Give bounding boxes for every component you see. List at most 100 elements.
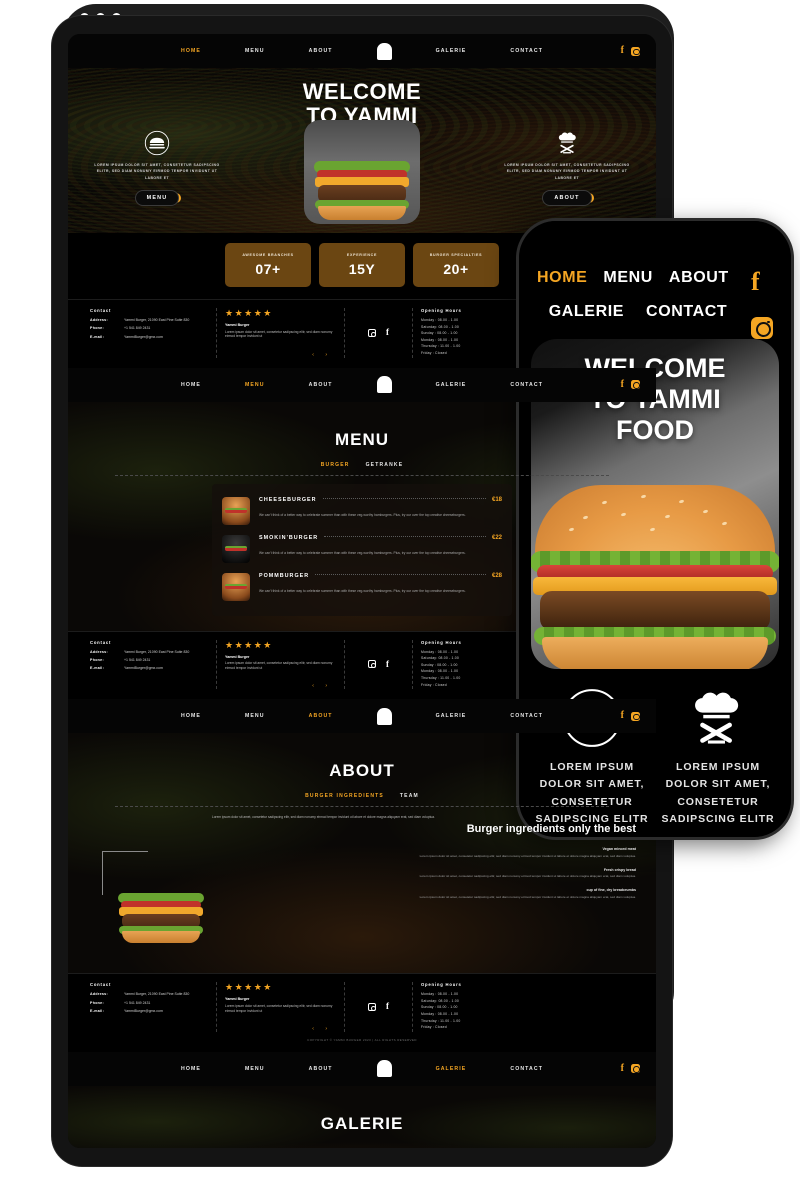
ingredient-block: Fresh crispy bread Lorem ipsum dolor sit… — [365, 868, 636, 880]
phone-nav-item-about[interactable]: ABOUT — [669, 269, 729, 287]
phone-burger-image — [531, 485, 779, 669]
phone-nav-row-1[interactable]: HOME MENU ABOUT — [537, 269, 773, 287]
phone-nav-item-home[interactable]: HOME — [537, 269, 587, 287]
nav-item-contact[interactable]: CONTACT — [510, 1066, 543, 1072]
instagram-icon[interactable] — [368, 660, 376, 669]
hours-line: Monday : 08.00 - 1.00 — [421, 337, 459, 342]
phone-nav-item-menu[interactable]: MENU — [603, 269, 653, 287]
nav-item-contact[interactable]: CONTACT — [510, 713, 543, 719]
tab-burger[interactable]: BURGER — [321, 462, 350, 468]
about-page-title: ABOUT — [329, 761, 395, 781]
about-tabs[interactable]: BURGER INGREDIENTS TEAM — [68, 793, 656, 803]
about-burger-image — [118, 865, 204, 943]
instagram-icon[interactable] — [751, 317, 773, 339]
nav-item-menu[interactable]: MENU — [245, 713, 265, 719]
about-heading: Burger ingredients only the best — [466, 822, 636, 835]
menu-item-thumbnail — [222, 572, 250, 601]
instagram-icon[interactable] — [631, 380, 640, 390]
galerie-section: GALERIE — [68, 1085, 656, 1148]
ingredient-block: Vegan minced meat Lorem ipsum dolor sit … — [365, 847, 636, 859]
review-author: Yammi Burger — [225, 997, 250, 1002]
stat-card-specialties: BURGER SPECIALTIES 20+ — [413, 243, 499, 287]
footer-contact: Contact Address: Yammi Burger, 21090 Eas… — [90, 640, 208, 690]
nav-item-menu[interactable]: MENU — [245, 48, 265, 54]
menu-item[interactable]: SMOKIN'BURGER €22 We can't think of a be… — [222, 530, 502, 568]
burger-logo-icon[interactable] — [376, 42, 392, 60]
facebook-icon[interactable]: f — [621, 711, 624, 721]
about-button[interactable]: ABOUT — [542, 189, 594, 206]
facebook-icon[interactable]: f — [751, 269, 773, 295]
instagram-icon[interactable] — [631, 711, 640, 721]
chef-hat-cutlery-icon — [554, 130, 580, 156]
nav-item-about[interactable]: ABOUT — [309, 48, 333, 54]
menu-item-name: CHEESEBURGER — [259, 496, 317, 503]
footer-copyright: COPYRIGHT © YAMMI BURGER 2023 | ALL RIGH… — [307, 1037, 417, 1042]
menu-tabs[interactable]: BURGER GETRANKE — [68, 462, 656, 472]
instagram-icon[interactable] — [631, 1064, 640, 1074]
instagram-icon[interactable] — [368, 328, 376, 337]
facebook-icon[interactable]: f — [621, 379, 624, 390]
nav-item-home[interactable]: HOME — [181, 382, 201, 388]
nav-item-home[interactable]: HOME — [181, 48, 201, 54]
phone-nav-item-galerie[interactable]: GALERIE — [549, 303, 624, 321]
nav-item-menu[interactable]: MENU — [245, 1066, 265, 1072]
instagram-icon[interactable] — [368, 1002, 376, 1011]
nav-item-menu[interactable]: MENU — [245, 382, 265, 388]
nav-item-about[interactable]: ABOUT — [309, 382, 333, 388]
nav-item-contact[interactable]: CONTACT — [510, 382, 543, 388]
hours-line: Monday : 08.00 - 1.00 — [421, 1011, 459, 1016]
review-carousel-arrows[interactable]: ‹ › — [312, 1026, 332, 1032]
hours-line: Friday : Closed — [421, 350, 447, 355]
review-carousel-arrows[interactable]: ‹ › — [312, 683, 332, 689]
facebook-icon[interactable]: f — [386, 1002, 389, 1011]
footer-socials: f — [344, 639, 404, 690]
footer-value: +1 541 849 2431 — [124, 657, 151, 662]
hero-feature-left: LOREM IPSUM DOLOR SIT AMET, CONSETETUR S… — [92, 130, 222, 206]
tab-burger-ingredients[interactable]: BURGER INGREDIENTS — [305, 793, 384, 799]
facebook-icon[interactable]: f — [621, 46, 624, 56]
nav-item-about[interactable]: ABOUT — [309, 713, 333, 719]
footer-value: YammiBurger@gmx.com — [124, 334, 163, 339]
nav-item-about[interactable]: ABOUT — [309, 1066, 333, 1072]
phone-nav-row-2[interactable]: GALERIE CONTACT — [537, 303, 773, 321]
phone-socials: f — [751, 269, 773, 339]
instagram-icon[interactable] — [631, 46, 640, 56]
hours-line: Thursday : 11.00 - 1.00 — [421, 675, 461, 680]
menu-item-name: POMMBURGER — [259, 572, 310, 579]
nav-item-galerie[interactable]: GALERIE — [436, 1066, 467, 1072]
burger-logo-icon[interactable] — [376, 1060, 392, 1078]
navbar-about[interactable]: HOME MENU ABOUT GALERIE CONTACT f — [68, 699, 656, 734]
menu-item-dots — [324, 535, 486, 537]
navbar-home[interactable]: HOME MENU ABOUT GALERIE CONTACT f — [68, 34, 656, 68]
menu-button[interactable]: MENU — [134, 189, 181, 206]
phone-nav-item-contact[interactable]: CONTACT — [646, 303, 727, 321]
nav-item-galerie[interactable]: GALERIE — [436, 48, 467, 54]
nav-item-home[interactable]: HOME — [181, 713, 201, 719]
tab-team[interactable]: TEAM — [400, 793, 419, 799]
nav-item-contact[interactable]: CONTACT — [510, 48, 543, 54]
phone-navbar[interactable]: HOME MENU ABOUT GALERIE CONTACT f — [519, 221, 791, 339]
rating-stars: ★★★★★ — [225, 639, 273, 650]
menu-item[interactable]: POMMBURGER €28 We can't think of a bette… — [222, 568, 502, 606]
burger-logo-icon[interactable] — [376, 376, 392, 394]
review-text: Lorem ipsum dolor sit amet, consetetur s… — [225, 1003, 333, 1013]
nav-item-home[interactable]: HOME — [181, 1066, 201, 1072]
review-carousel-arrows[interactable]: ‹ › — [312, 352, 332, 358]
menu-item-description: We can't think of a better way to celebr… — [259, 512, 466, 517]
navbar-menu[interactable]: HOME MENU ABOUT GALERIE CONTACT f — [68, 367, 656, 402]
facebook-icon[interactable]: f — [386, 328, 389, 337]
nav-item-galerie[interactable]: GALERIE — [436, 382, 467, 388]
menu-item[interactable]: CHEESEBURGER €18 We can't think of a bet… — [222, 492, 502, 530]
burger-logo-icon[interactable] — [376, 707, 392, 725]
facebook-icon[interactable]: f — [386, 659, 389, 669]
footer-contact: Contact Address: Yammi Burger, 21090 Eas… — [90, 308, 208, 358]
footer-contact-title: Contact — [90, 982, 112, 988]
hours-line: Monday : 08.00 - 1.00 — [421, 669, 459, 674]
tab-getranke[interactable]: GETRANKE — [366, 462, 404, 468]
facebook-icon[interactable]: f — [621, 1063, 624, 1074]
nav-item-galerie[interactable]: GALERIE — [436, 713, 467, 719]
navbar-galerie[interactable]: HOME MENU ABOUT GALERIE CONTACT f — [68, 1051, 656, 1086]
footer-contact-title: Contact — [90, 308, 112, 313]
footer-key: E-mail: — [90, 334, 105, 339]
burger-illustration — [314, 128, 410, 220]
